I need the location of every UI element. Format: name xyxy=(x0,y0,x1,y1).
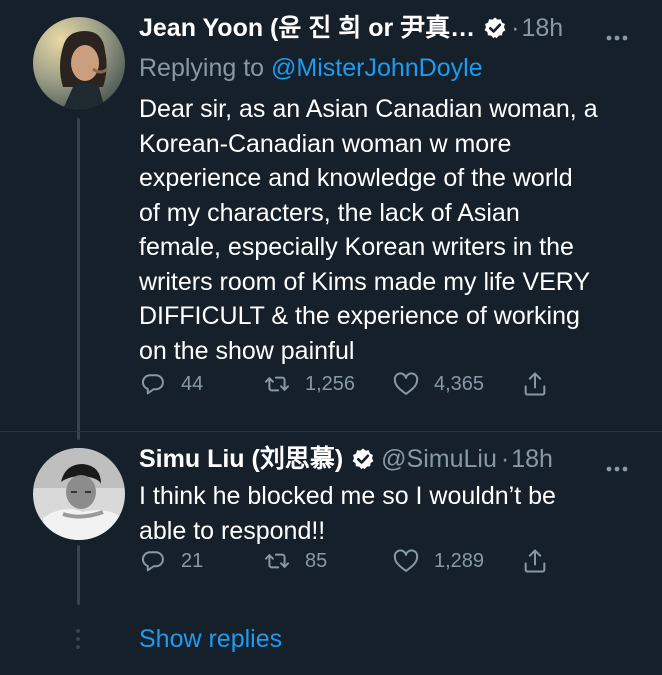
like-count: 1,289 xyxy=(434,549,485,572)
tweet-text-line: of my characters, the lack of Asian xyxy=(139,198,520,227)
share-icon xyxy=(524,549,546,573)
more-icon[interactable] xyxy=(606,459,628,472)
reply-button[interactable]: 44 xyxy=(139,370,203,398)
reply-icon xyxy=(141,374,164,395)
tweet-text: Dear sir, as an Asian Canadian woman, a … xyxy=(139,92,639,368)
reply-count: 44 xyxy=(181,372,204,395)
separator-dot: · xyxy=(511,14,520,42)
separator-dot: · xyxy=(500,445,510,473)
like-button[interactable]: 1,289 xyxy=(392,547,484,575)
vertical-dots-icon xyxy=(74,628,82,650)
tweet-text-line: DIFFICULT & the experience of working xyxy=(139,302,580,330)
retweet-button[interactable]: 85 xyxy=(263,547,327,575)
share-button[interactable] xyxy=(521,547,549,575)
tweet-text-line: Dear sir, as an Asian Canadian woman, a xyxy=(139,95,598,123)
author-name[interactable]: Simu Liu (刘思慕) xyxy=(139,444,343,474)
tweet-text-line: writers room of Kims made my life VERY xyxy=(139,267,591,296)
tweet-thread: Jean Yoon (윤 진 희 or 尹真… · 18h Replying t… xyxy=(0,0,662,675)
avatar[interactable] xyxy=(33,448,125,540)
thread-connector-line xyxy=(77,118,80,440)
like-icon xyxy=(393,372,419,395)
reply-icon xyxy=(141,551,164,572)
replying-to-label: Replying to xyxy=(139,54,265,82)
tweet-timestamp[interactable]: 18h xyxy=(522,13,564,43)
share-icon xyxy=(524,372,546,396)
more-icon[interactable] xyxy=(606,28,628,41)
share-button[interactable] xyxy=(521,370,549,398)
retweet-button[interactable]: 1,256 xyxy=(263,370,355,398)
like-icon xyxy=(393,549,419,572)
tweet-text-line: on the show painful xyxy=(139,336,355,365)
like-count: 4,365 xyxy=(434,372,485,395)
tweet-header: Jean Yoon (윤 진 희 or 尹真… · 18h xyxy=(139,13,563,43)
verified-badge-icon xyxy=(483,16,507,40)
tweet-text: I think he blocked me so I wouldn’t be a… xyxy=(139,479,619,548)
author-handle[interactable]: @SimuLiu xyxy=(381,444,497,474)
tweet-divider xyxy=(0,431,662,432)
author-name[interactable]: Jean Yoon (윤 진 희 or 尹真… xyxy=(139,13,475,43)
replying-to: Replying to @MisterJohnDoyle xyxy=(139,52,483,84)
tweet-timestamp[interactable]: 18h xyxy=(511,444,553,474)
retweet-icon xyxy=(264,376,290,392)
show-replies-link[interactable]: Show replies xyxy=(139,623,282,655)
tweet-text-line: I think he blocked me so I wouldn’t be xyxy=(139,482,556,510)
retweet-icon xyxy=(264,553,290,569)
tweet-text-line: able to respond!! xyxy=(139,516,326,545)
retweet-count: 1,256 xyxy=(305,372,356,395)
tweet-header: Simu Liu (刘思慕) @SimuLiu · 18h xyxy=(139,444,553,474)
reply-button[interactable]: 21 xyxy=(139,547,203,575)
verified-badge-icon xyxy=(351,447,375,471)
like-button[interactable]: 4,365 xyxy=(392,370,484,398)
replying-to-handle-link[interactable]: @MisterJohnDoyle xyxy=(271,54,483,82)
retweet-count: 85 xyxy=(305,549,328,572)
reply-count: 21 xyxy=(181,549,204,572)
thread-connector-line xyxy=(77,545,80,605)
avatar[interactable] xyxy=(33,17,125,109)
tweet-text-line: experience and knowledge of the world xyxy=(139,164,573,192)
tweet-text-line: Korean-Canadian woman w more xyxy=(139,129,512,158)
tweet-text-line: female, especially Korean writers in the xyxy=(139,233,574,261)
